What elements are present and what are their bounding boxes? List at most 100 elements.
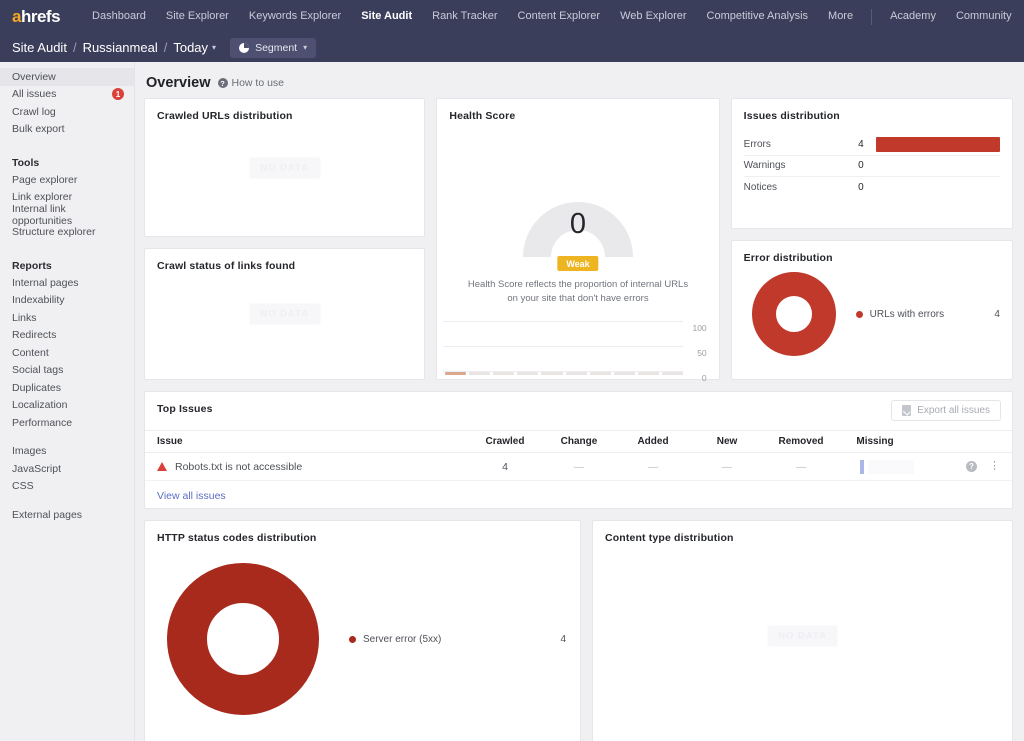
download-document-icon bbox=[902, 405, 912, 416]
nav-item-site-explorer[interactable]: Site Explorer bbox=[156, 0, 239, 33]
sidebar-heading-tools: Tools bbox=[12, 157, 40, 169]
gauge-arc bbox=[523, 201, 633, 257]
sidebar-item-css[interactable]: CSS bbox=[0, 478, 134, 496]
cell-change: — bbox=[573, 460, 585, 473]
breadcrumb-site-audit[interactable]: Site Audit bbox=[12, 40, 67, 55]
nav-item-competitive-analysis[interactable]: Competitive Analysis bbox=[697, 0, 819, 33]
main-nav-row: ahrefs Dashboard Site Explorer Keywords Ex… bbox=[0, 0, 1024, 33]
sparkline-bar bbox=[860, 459, 864, 474]
issues-row-label: Warnings bbox=[743, 160, 786, 172]
legend-value: 4 bbox=[560, 633, 566, 645]
nav-item-dashboard[interactable]: Dashboard bbox=[82, 0, 156, 33]
view-all-issues-link[interactable]: View all issues bbox=[145, 481, 226, 502]
sidebar-item-links[interactable]: Links bbox=[0, 309, 134, 327]
how-to-use-link[interactable]: ? How to use bbox=[217, 77, 284, 89]
no-data-placeholder: NO DATA bbox=[767, 625, 838, 647]
issue-cell[interactable]: Robots.txt is not accessible bbox=[145, 461, 468, 473]
no-data-placeholder: NO DATA bbox=[249, 303, 321, 325]
issues-row-bar bbox=[875, 136, 1000, 152]
sidebar-badge-count: 1 bbox=[112, 88, 124, 101]
column-header-issue[interactable]: Issue bbox=[145, 436, 468, 447]
issues-row-bar-track bbox=[875, 136, 1000, 152]
sidebar-item-localization[interactable]: Localization bbox=[0, 397, 134, 415]
sidebar-item-page-explorer[interactable]: Page explorer bbox=[0, 171, 134, 189]
card-top-issues: Top Issues Export all issues Issue Crawl… bbox=[144, 391, 1013, 509]
more-options-icon[interactable]: ⋮ bbox=[989, 461, 1000, 472]
legend-color-dot bbox=[349, 635, 356, 643]
chevron-down-icon[interactable]: ▾ bbox=[212, 43, 216, 52]
sidebar-item-label: Internal pages bbox=[12, 276, 79, 289]
nav-item-rank-tracker[interactable]: Rank Tracker bbox=[422, 0, 507, 33]
sidebar: Overview All issues 1 Crawl log Bulk export … bbox=[0, 62, 135, 741]
donut-chart-http-status[interactable] bbox=[167, 563, 319, 715]
sidebar-item-all-issues[interactable]: All issues 1 bbox=[0, 86, 134, 104]
nav-item-keywords-explorer[interactable]: Keywords Explorer bbox=[239, 0, 351, 33]
sidebar-item-internal-link-opportunities[interactable]: Internal link opportunities bbox=[0, 203, 134, 227]
cell-added: — bbox=[647, 460, 659, 473]
issues-distribution-row-notices[interactable]: Notices 0 bbox=[744, 177, 1000, 199]
breadcrumb-date-selector[interactable]: Today bbox=[173, 40, 208, 55]
sparkline-area bbox=[868, 459, 914, 474]
history-bar bbox=[469, 371, 491, 375]
column-header-new[interactable]: New bbox=[690, 436, 764, 447]
card-health-score: Health Score 0 Weak Health Score reflect… bbox=[436, 98, 720, 382]
sidebar-item-performance[interactable]: Performance bbox=[0, 414, 134, 432]
legend-server-error[interactable]: Server error (5xx) 4 bbox=[349, 634, 580, 645]
issues-distribution-row-errors[interactable]: Errors 4 bbox=[743, 134, 1000, 156]
column-header-missing[interactable]: Missing bbox=[838, 436, 912, 447]
sidebar-item-external-pages[interactable]: External pages bbox=[0, 506, 134, 524]
sidebar-item-label: JavaScript bbox=[12, 462, 62, 475]
sidebar-item-duplicates[interactable]: Duplicates bbox=[0, 379, 134, 397]
ahrefs-logo[interactable]: ahrefs bbox=[12, 7, 61, 27]
history-bar bbox=[493, 371, 515, 375]
error-distribution-body: URLs with errors 4 bbox=[732, 264, 1012, 364]
nav-item-academy[interactable]: Academy bbox=[880, 0, 946, 33]
sidebar-heading-reports: Reports bbox=[12, 260, 52, 272]
issues-row-value: 4 bbox=[858, 138, 864, 150]
donut-chart-errors[interactable] bbox=[751, 272, 836, 356]
nav-item-content-explorer[interactable]: Content Explorer bbox=[508, 0, 611, 33]
issues-distribution-row-warnings[interactable]: Warnings 0 bbox=[743, 156, 1000, 177]
nav-item-web-explorer[interactable]: Web Explorer bbox=[610, 0, 696, 33]
help-icon[interactable]: ? bbox=[966, 461, 977, 472]
dashboard-column-center: Health Score 0 Weak Health Score reflect… bbox=[436, 98, 720, 382]
sidebar-item-crawl-log[interactable]: Crawl log bbox=[0, 103, 134, 121]
nav-item-site-audit[interactable]: Site Audit bbox=[351, 0, 422, 33]
column-header-added[interactable]: Added bbox=[616, 436, 690, 447]
pie-chart-icon bbox=[239, 42, 250, 53]
column-header-crawled[interactable]: Crawled bbox=[468, 436, 542, 447]
breadcrumb-separator-1: / bbox=[72, 40, 77, 55]
sidebar-item-overview[interactable]: Overview bbox=[0, 68, 134, 86]
nav-item-community[interactable]: Community bbox=[946, 0, 1022, 33]
export-button-label: Export all issues bbox=[917, 405, 990, 416]
sidebar-item-indexability[interactable]: Indexability bbox=[0, 292, 134, 310]
history-bar bbox=[445, 371, 467, 375]
column-header-removed[interactable]: Removed bbox=[764, 436, 838, 447]
sidebar-item-redirects[interactable]: Redirects bbox=[0, 327, 134, 345]
sidebar-item-label: Indexability bbox=[12, 294, 65, 307]
export-all-issues-button[interactable]: Export all issues bbox=[891, 400, 1001, 421]
nav-item-more[interactable]: More bbox=[818, 0, 863, 33]
table-row[interactable]: Robots.txt is not accessible 4 — — — — —… bbox=[145, 453, 1012, 481]
sidebar-item-social-tags[interactable]: Social tags bbox=[0, 362, 134, 380]
column-header-change[interactable]: Change bbox=[542, 436, 616, 447]
sidebar-item-label: Images bbox=[12, 445, 47, 458]
sidebar-item-bulk-export[interactable]: Bulk export bbox=[0, 121, 134, 139]
legend-urls-with-errors[interactable]: URLs with errors 4 bbox=[855, 309, 1000, 320]
sidebar-item-javascript[interactable]: JavaScript bbox=[0, 460, 134, 478]
segment-button[interactable]: Segment ▾ bbox=[230, 37, 317, 58]
history-bar bbox=[661, 371, 683, 375]
sidebar-item-content[interactable]: Content bbox=[0, 344, 134, 362]
sidebar-item-images[interactable]: Images bbox=[0, 443, 134, 461]
question-mark-icon: ? bbox=[217, 78, 228, 88]
sidebar-item-internal-pages[interactable]: Internal pages bbox=[0, 274, 134, 292]
health-score-value: 0 bbox=[569, 208, 587, 240]
breadcrumb-project-name[interactable]: Russianmeal bbox=[83, 40, 158, 55]
issues-row-label: Errors bbox=[743, 138, 771, 150]
history-bar bbox=[565, 371, 587, 375]
history-bar bbox=[517, 371, 539, 375]
row-sparkline bbox=[860, 459, 914, 474]
health-score-gauge: 0 Weak bbox=[437, 128, 718, 271]
